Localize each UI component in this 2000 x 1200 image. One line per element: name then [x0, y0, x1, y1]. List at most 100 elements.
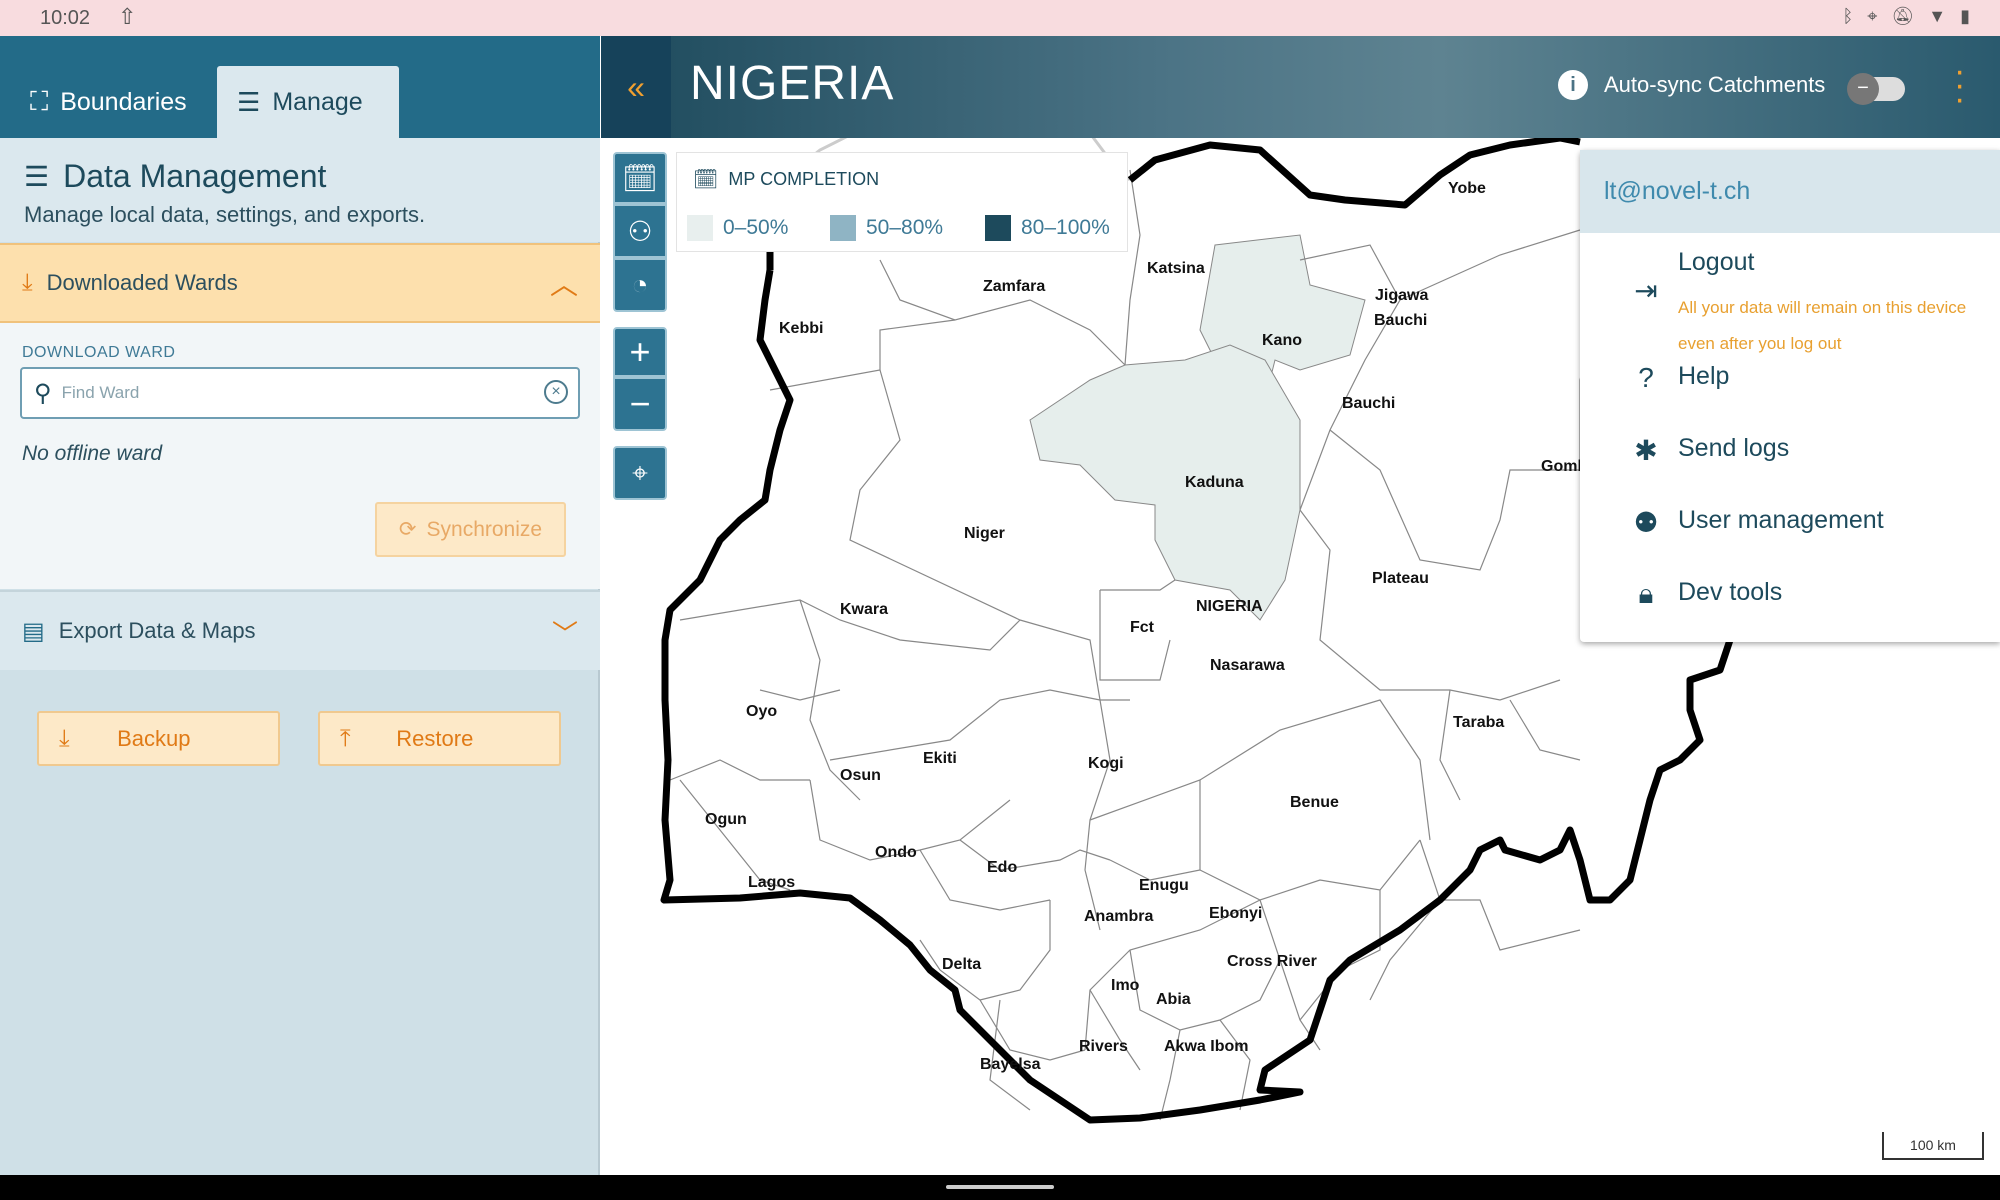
map-label: Kebbi — [779, 320, 823, 337]
legend-label: 50–80% — [866, 216, 944, 239]
plus-icon: + — [629, 331, 651, 372]
collapse-sidebar-button[interactable]: « — [601, 36, 671, 138]
find-ward-input[interactable] — [61, 383, 522, 403]
legend-label: 80–100% — [1021, 216, 1110, 239]
upload-icon: ⤒ — [340, 724, 351, 752]
download-icon: ⤓ — [59, 724, 70, 752]
tab-manage[interactable]: ☰ Manage — [217, 66, 399, 138]
tab-boundaries-label: Boundaries — [60, 87, 187, 116]
map-label: Bayelsa — [980, 1056, 1041, 1073]
status-time: 10:02 — [40, 7, 91, 29]
map-label: Abia — [1156, 991, 1191, 1008]
map-label: Jigawa — [1375, 287, 1428, 304]
logout-label: Logout — [1678, 248, 1755, 276]
help-icon: ? — [1638, 362, 1654, 393]
synchronize-button[interactable]: ⟳ Synchronize — [375, 502, 566, 557]
map-label: Benue — [1290, 794, 1339, 811]
autosync-label: Auto-sync Catchments — [1604, 72, 1826, 97]
chevron-up-icon: ︿ — [549, 269, 578, 300]
home-handle[interactable] — [946, 1185, 1054, 1189]
autosync-control: i Auto-sync Catchments — [1558, 70, 1825, 100]
zoom-out-button[interactable]: − — [613, 377, 667, 431]
legend-item: 0–50% — [687, 215, 788, 241]
send-logs-label: Send logs — [1678, 434, 1790, 462]
export-data-header[interactable]: ▤ Export Data & Maps ﹀ — [0, 590, 600, 670]
map-title: NIGERIA — [690, 57, 895, 110]
map-legend: 🗓︎ MP COMPLETION 0–50% 50–80% 80–100% — [676, 152, 1128, 252]
map-label: Rivers — [1079, 1038, 1128, 1055]
legend-item: 80–100% — [985, 215, 1110, 241]
country-label: NIGERIA — [1196, 598, 1263, 615]
calendar-tool-button[interactable]: 🗓︎ — [613, 152, 667, 204]
map-label: Taraba — [1453, 714, 1504, 731]
population-tool-button[interactable]: ⚇ — [613, 204, 667, 258]
menu-item-help[interactable]: ? Help — [1580, 350, 2000, 410]
calendar-check-icon: 🗓︎ — [693, 169, 719, 191]
status-icons: ᛒ ⌖ 🔕︎ ▼ ▮ — [1842, 6, 1970, 27]
menu-item-dev-tools[interactable]: 🔒︎ Dev tools — [1580, 566, 2000, 626]
map-label: Ondo — [875, 844, 917, 861]
user-menu: lt@novel-t.ch ⇥ Logout All your data wil… — [1580, 150, 2000, 642]
clear-icon[interactable]: × — [544, 380, 568, 404]
wifi-icon: ▼ — [1928, 6, 1947, 26]
sliders-icon: ☰ — [24, 161, 50, 192]
scale-bar: 100 km — [1882, 1132, 1984, 1160]
map-label: Oyo — [746, 703, 777, 720]
double-chevron-left-icon: « — [627, 68, 645, 105]
menu-item-logout[interactable]: ⇥ Logout All your data will remain on th… — [1580, 234, 2000, 353]
downloaded-wards-label: Downloaded Wards — [46, 270, 238, 295]
legend-swatch — [830, 215, 856, 241]
map-label: Osun — [840, 767, 881, 784]
downloaded-wards-header[interactable]: ⤓ Downloaded Wards ︿ — [0, 243, 600, 323]
map-label: Delta — [942, 956, 981, 973]
tab-boundaries[interactable]: ⛶ Boundaries — [10, 66, 215, 138]
crosshair-icon: ⌖ — [632, 456, 648, 488]
menu-item-user-management[interactable]: ⚉ User management — [1580, 494, 2000, 554]
legend-item: 50–80% — [830, 215, 943, 241]
dev-tools-label: Dev tools — [1678, 578, 1783, 606]
more-vert-icon[interactable]: · · · — [1954, 54, 1965, 116]
map-label: Lagos — [748, 874, 795, 891]
restore-button[interactable]: ⤒ Restore — [318, 711, 561, 766]
status-bar: 10:02 ⇧ ᛒ ⌖ 🔕︎ ▼ ▮ — [0, 0, 2000, 36]
empty-state-text: No offline ward — [22, 442, 163, 465]
user-management-label: User management — [1678, 506, 1884, 534]
menu-item-send-logs[interactable]: ✱ Send logs — [1580, 422, 2000, 482]
find-ward-field: ⚲ × — [20, 367, 580, 419]
map-label: Katsina — [1147, 260, 1205, 277]
battery-icon: ▮ — [1960, 6, 1970, 26]
synchronize-label: Synchronize — [426, 517, 543, 541]
user-email: lt@novel-t.ch — [1580, 150, 2000, 233]
download-ward-label: DOWNLOAD WARD — [22, 344, 176, 361]
state-kaduna[interactable] — [1029, 344, 1301, 621]
legend-swatch — [985, 215, 1011, 241]
map-label: Kaduna — [1185, 474, 1244, 491]
bell-off-icon: 🔕︎ — [1891, 6, 1915, 26]
pie-chart-tool-button[interactable]: ◔ — [613, 258, 667, 312]
download-icon: ⤓ — [22, 269, 33, 296]
backup-label: Backup — [117, 725, 191, 751]
map-label: Bauchi — [1374, 312, 1427, 329]
users-icon: ⚉ — [1633, 507, 1659, 538]
help-label: Help — [1678, 362, 1730, 390]
legend-label: 0–50% — [723, 216, 789, 239]
bluetooth-icon: ᛒ — [1842, 6, 1854, 26]
map-label: Anambra — [1084, 908, 1153, 925]
lock-icon: 🔒︎ — [1638, 578, 1654, 609]
map-label: Nasarawa — [1210, 657, 1285, 674]
export-file-icon: ▤ — [22, 617, 45, 645]
map-label: Ogun — [705, 811, 747, 828]
info-icon[interactable]: i — [1558, 70, 1588, 100]
sync-icon: ⟳ — [398, 518, 417, 541]
calendar-check-icon: 🗓︎ — [622, 162, 658, 194]
autosync-toggle[interactable]: − — [1847, 73, 1905, 105]
backup-button[interactable]: ⤓ Backup — [37, 711, 280, 766]
map-label: Enugu — [1139, 877, 1189, 894]
chevron-down-icon: ﹀ — [551, 619, 578, 649]
map-label: Kogi — [1088, 755, 1124, 772]
locate-button[interactable]: ⌖ — [613, 446, 667, 500]
export-data-label: Export Data & Maps — [58, 618, 256, 643]
map-label: Kwara — [840, 601, 888, 618]
sidebar-tabs: ⛶ Boundaries ☰ Manage — [0, 36, 600, 138]
zoom-in-button[interactable]: + — [613, 327, 667, 377]
